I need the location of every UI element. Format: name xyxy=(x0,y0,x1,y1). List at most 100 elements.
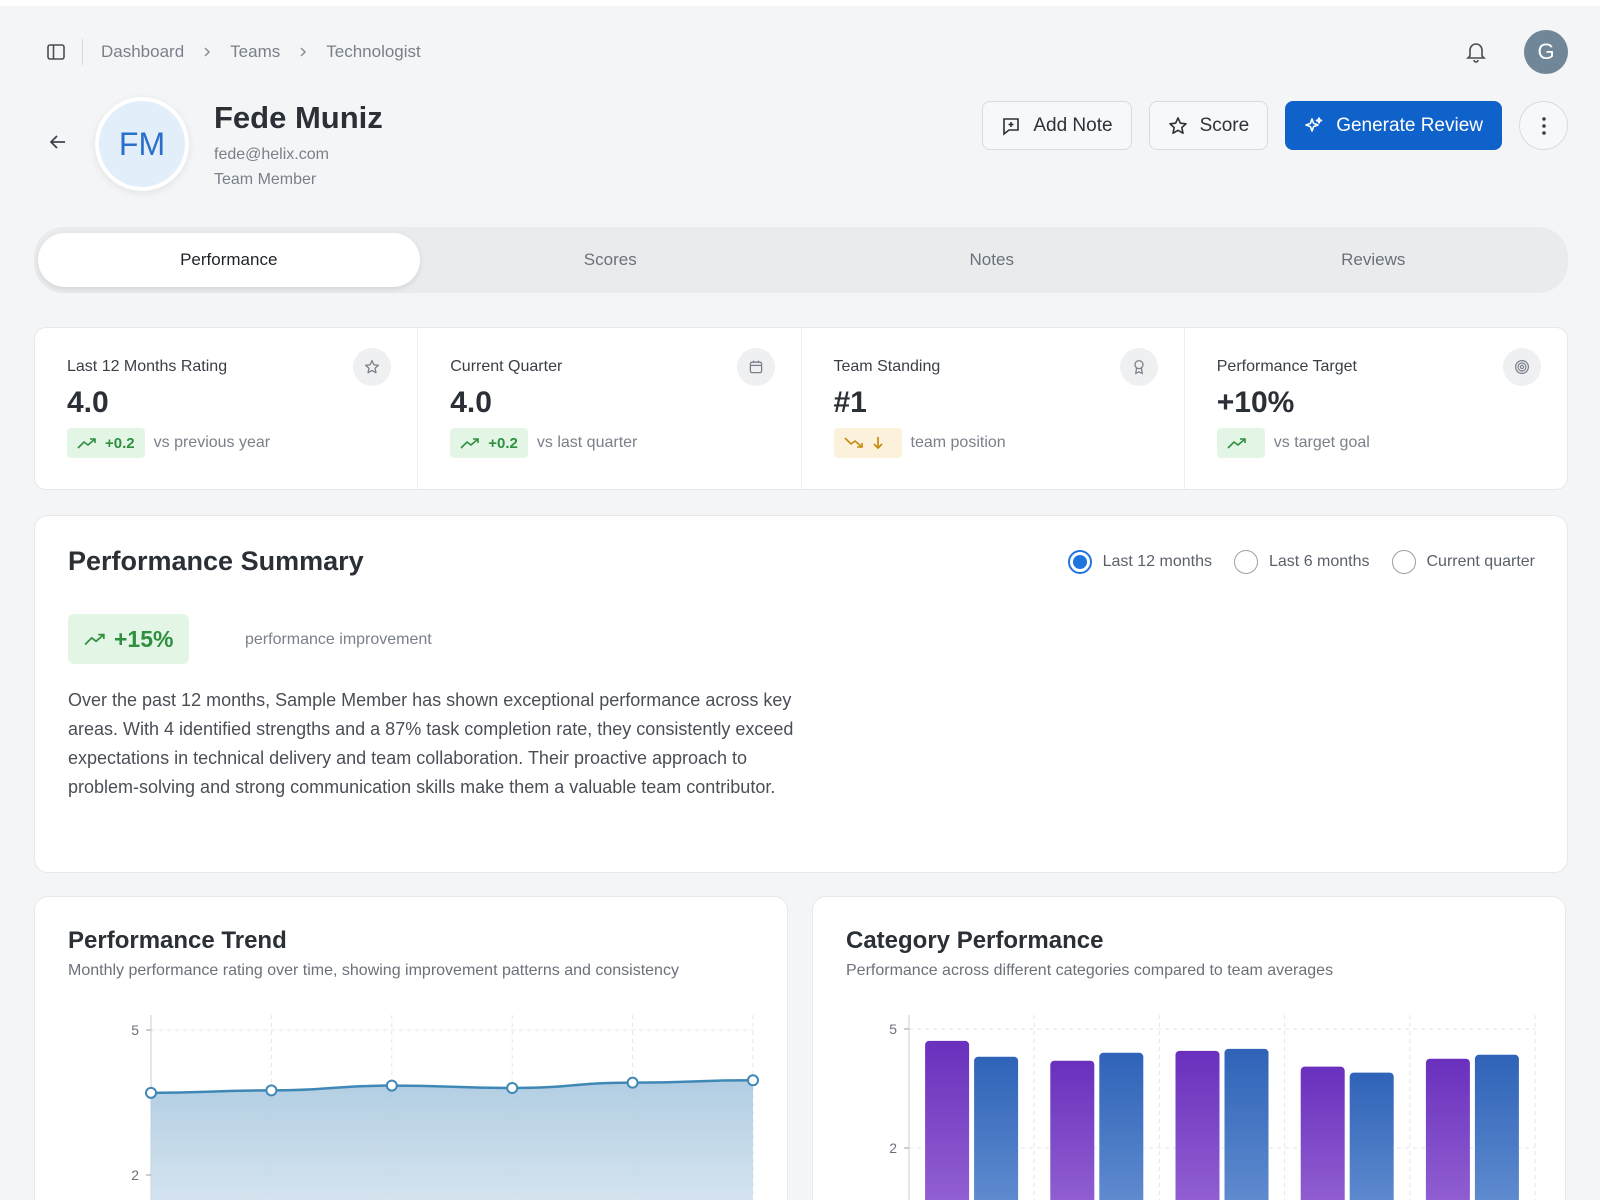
bar xyxy=(1224,1048,1269,1200)
breadcrumb-dashboard[interactable]: Dashboard xyxy=(101,42,184,62)
stat-badge-value: +0.2 xyxy=(105,434,135,452)
radio-label: Last 12 months xyxy=(1102,553,1212,570)
category-performance-card: 5 2 Category Performance Performance acro… xyxy=(812,896,1566,1200)
tab-bar: Performance Scores Notes Reviews xyxy=(34,227,1568,293)
improvement-value: +15% xyxy=(114,625,174,652)
calendar-icon xyxy=(736,348,775,386)
message-plus-icon xyxy=(1003,117,1020,136)
tab-notes[interactable]: Notes xyxy=(801,233,1183,287)
bar xyxy=(1300,1066,1345,1200)
chevron-right-icon xyxy=(202,46,212,58)
stat-sub: vs target goal xyxy=(1273,434,1370,451)
profile-role: Team Member xyxy=(214,171,317,188)
bar xyxy=(1349,1072,1394,1200)
top-bar: Dashboard Teams Technologist G xyxy=(34,30,1568,74)
trending-up-icon xyxy=(77,438,96,449)
generate-review-label: Generate Review xyxy=(1336,114,1483,136)
trend-badge xyxy=(833,428,902,458)
trend-point xyxy=(747,1074,759,1087)
score-label: Score xyxy=(1199,114,1250,136)
period-radio-current-quarter[interactable]: Current quarter xyxy=(1391,550,1536,574)
arrow-down-icon xyxy=(872,437,883,450)
trending-up-icon xyxy=(84,633,105,646)
y-tick-label: 2 xyxy=(889,1140,897,1156)
radio-unchecked-icon xyxy=(1234,550,1258,574)
trending-up-icon xyxy=(460,438,480,449)
bar xyxy=(974,1056,1019,1200)
bar xyxy=(1050,1060,1095,1200)
breadcrumb-technologist[interactable]: Technologist xyxy=(326,42,421,62)
y-tick-label: 2 xyxy=(131,1167,139,1183)
trend-point xyxy=(626,1076,639,1089)
bar xyxy=(1425,1058,1470,1200)
trend-point xyxy=(265,1084,278,1097)
stat-card-performance-target: Performance Target +10% vs target goal xyxy=(1183,328,1567,489)
radio-checked-icon xyxy=(1067,550,1092,574)
trend-badge: +0.2 xyxy=(67,428,145,458)
stat-sub: vs previous year xyxy=(153,434,271,451)
breadcrumb-teams[interactable]: Teams xyxy=(230,42,280,62)
stat-value: 4.0 xyxy=(67,386,109,419)
summary-text: Over the past 12 months, Sample Member h… xyxy=(68,690,794,797)
tab-scores[interactable]: Scores xyxy=(420,233,802,287)
trend-point xyxy=(385,1079,398,1092)
stat-sub: team position xyxy=(910,434,1006,451)
performance-trend-card: 5 2 Performance Trend Monthly performance… xyxy=(34,896,788,1200)
more-options-icon[interactable] xyxy=(1519,101,1568,150)
topbar-divider xyxy=(82,39,83,65)
y-tick-label: 5 xyxy=(131,1022,139,1038)
period-radio-group: Last 12 months Last 6 months Current qua… xyxy=(1046,550,1535,574)
bar xyxy=(925,1040,970,1200)
user-avatar[interactable]: G xyxy=(1524,30,1568,74)
chart-subtitle: Monthly performance rating over time, sh… xyxy=(68,962,679,979)
summary-title: Performance Summary xyxy=(68,546,364,576)
stat-card-current-quarter: Current Quarter 4.0 +0.2 vs last quarter xyxy=(417,328,800,489)
trend-badge: +0.2 xyxy=(450,428,528,458)
trending-up-icon xyxy=(1227,438,1246,449)
generate-review-button[interactable]: Generate Review xyxy=(1285,101,1502,150)
bar xyxy=(1175,1050,1220,1200)
period-radio-last-12-months[interactable]: Last 12 months xyxy=(1067,550,1212,574)
add-note-label: Add Note xyxy=(1033,114,1113,136)
period-radio-last-6-months[interactable]: Last 6 months xyxy=(1234,550,1370,574)
trending-down-icon xyxy=(843,437,863,448)
chart-subtitle: Performance across different categories … xyxy=(846,962,1334,979)
trend-point xyxy=(506,1082,519,1094)
trend-point xyxy=(145,1086,157,1099)
sidebar-toggle-icon[interactable] xyxy=(40,36,72,68)
chart-title: Performance Trend xyxy=(68,927,287,954)
star-icon xyxy=(1168,116,1187,134)
stat-card-team-standing: Team Standing #1 team position xyxy=(800,328,1184,489)
improvement-label: performance improvement xyxy=(245,631,432,648)
stat-badge-value: +0.2 xyxy=(488,434,518,452)
trend-area xyxy=(151,1080,753,1200)
radio-unchecked-icon xyxy=(1391,550,1416,574)
bell-icon[interactable] xyxy=(1458,34,1494,70)
profile-name: Fede Muniz xyxy=(214,100,383,135)
radio-label: Current quarter xyxy=(1426,553,1536,570)
sparkles-icon xyxy=(1305,116,1323,132)
chevron-right-icon xyxy=(298,46,308,58)
y-tick-label: 5 xyxy=(889,1021,897,1037)
back-arrow-icon[interactable] xyxy=(44,128,72,156)
chart-title: Category Performance xyxy=(846,927,1104,954)
bar xyxy=(1099,1052,1144,1200)
performance-summary-card: Performance Summary Last 12 months Last … xyxy=(34,515,1568,873)
stat-card-last-12-months: Last 12 Months Rating 4.0 +0.2 vs previo… xyxy=(35,328,417,489)
stat-value: 4.0 xyxy=(450,386,492,419)
improvement-badge: +15% xyxy=(68,614,190,664)
topbar-right: G xyxy=(1458,30,1568,74)
add-note-button[interactable]: Add Note xyxy=(982,101,1132,150)
stats-row: Last 12 Months Rating 4.0 +0.2 vs previo… xyxy=(34,327,1568,490)
award-icon xyxy=(1119,348,1158,386)
tab-reviews[interactable]: Reviews xyxy=(1183,233,1565,287)
tab-performance[interactable]: Performance xyxy=(38,233,420,287)
breadcrumb: Dashboard Teams Technologist xyxy=(101,42,421,62)
score-button[interactable]: Score xyxy=(1148,101,1269,150)
profile-avatar: FM xyxy=(95,97,189,191)
trend-badge xyxy=(1216,428,1265,458)
profile-actions: Add Note Score Generate Review xyxy=(982,101,1568,150)
stat-value: +10% xyxy=(1216,386,1295,419)
radio-label: Last 6 months xyxy=(1269,553,1370,570)
target-icon xyxy=(1503,348,1541,386)
